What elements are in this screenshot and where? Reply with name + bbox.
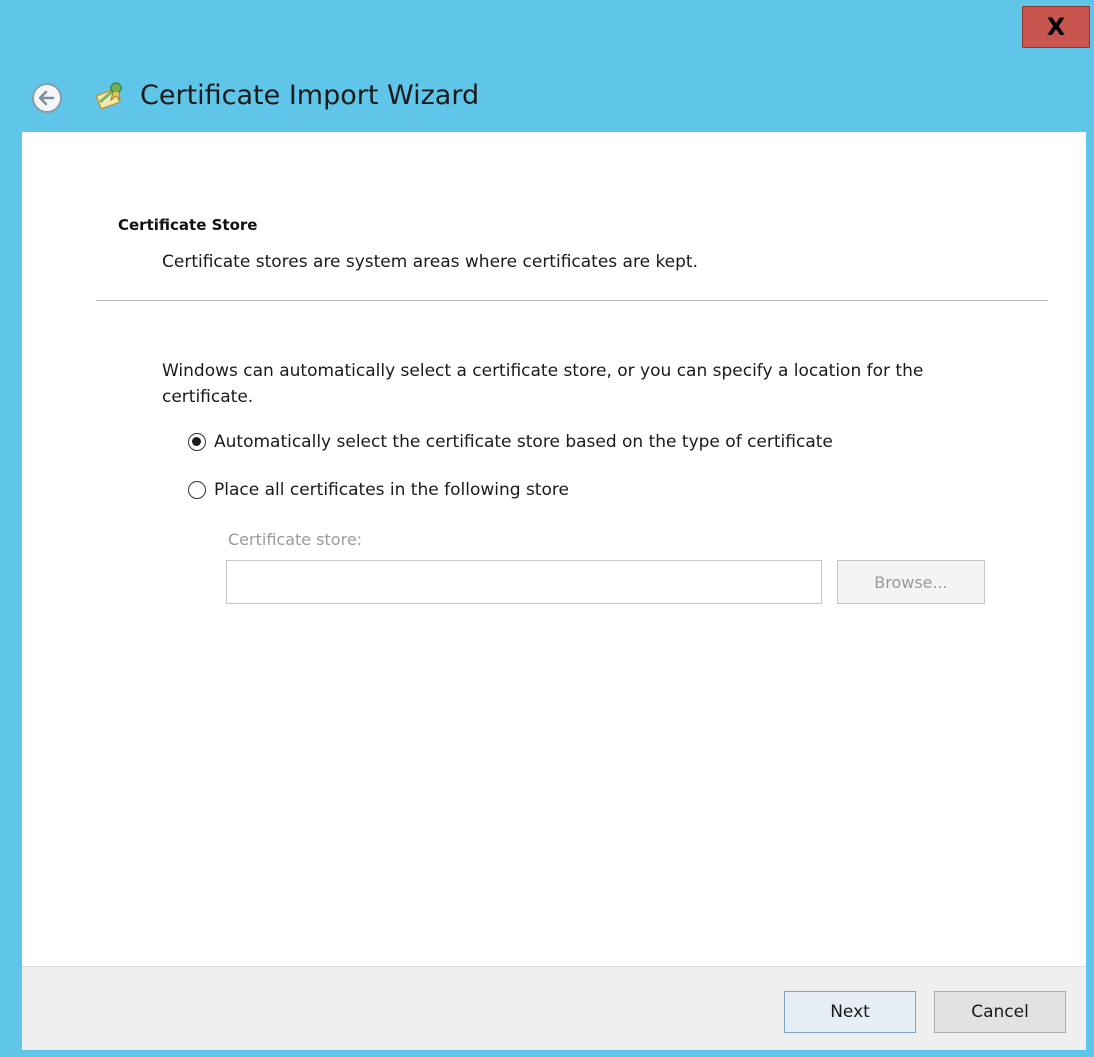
wizard-header: Certificate Import Wizard [0,60,1094,132]
divider [96,300,1048,301]
next-button[interactable]: Next [784,991,916,1033]
place-in-store-option[interactable]: Place all certificates in the following … [188,480,569,500]
section-description: Certificate stores are system areas wher… [162,252,699,272]
browse-button[interactable]: Browse... [837,560,985,604]
section-title: Certificate Store [118,216,258,234]
certificate-store-input[interactable] [226,560,822,604]
auto-select-label[interactable]: Automatically select the certificate sto… [214,432,833,452]
place-in-store-label[interactable]: Place all certificates in the following … [214,480,569,500]
certificate-store-label: Certificate store: [228,530,363,549]
radio-button-selected[interactable] [188,433,206,451]
wizard-window: X Certificate Import Wizard Certificate … [0,0,1094,1057]
wizard-content: Certificate Store Certificate stores are… [22,132,1086,966]
intro-text: Windows can automatically select a certi… [162,361,924,407]
cancel-button[interactable]: Cancel [934,991,1066,1033]
certificate-icon [92,78,126,112]
radio-button-unselected[interactable] [188,481,206,499]
close-button[interactable]: X [1022,6,1090,48]
wizard-footer: Next Cancel [22,966,1086,1050]
auto-select-option[interactable]: Automatically select the certificate sto… [188,432,833,452]
wizard-title: Certificate Import Wizard [140,80,480,111]
back-arrow-icon[interactable] [30,81,64,115]
